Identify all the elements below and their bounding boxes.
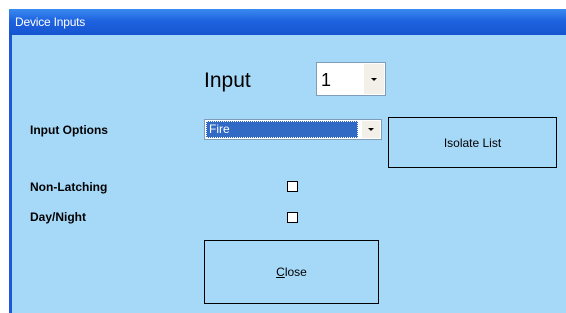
- input-options-label: Input Options: [30, 123, 108, 137]
- input-options-dropdown[interactable]: Fire: [204, 119, 382, 140]
- input-options-value: Fire: [206, 121, 358, 138]
- input-options-dropdown-button[interactable]: [362, 121, 380, 138]
- non-latching-checkbox[interactable]: [287, 181, 298, 192]
- close-button[interactable]: Close: [204, 240, 379, 304]
- non-latching-label: Non-Latching: [30, 180, 108, 194]
- day-night-checkbox[interactable]: [287, 212, 298, 223]
- chevron-down-icon: [371, 77, 377, 81]
- input-dropdown-button[interactable]: [364, 64, 384, 94]
- close-button-label: Close: [276, 265, 307, 279]
- chevron-down-icon: [368, 128, 374, 131]
- input-number-dropdown[interactable]: 1: [316, 62, 386, 96]
- title-bar[interactable]: Device Inputs: [9, 9, 566, 35]
- window-title: Device Inputs: [15, 15, 86, 29]
- isolate-list-button-label: Isolate List: [443, 135, 502, 150]
- day-night-label: Day/Night: [30, 210, 87, 224]
- input-label: Input: [204, 69, 251, 92]
- input-number-value: 1: [321, 70, 332, 90]
- isolate-list-button[interactable]: Isolate List: [388, 117, 557, 168]
